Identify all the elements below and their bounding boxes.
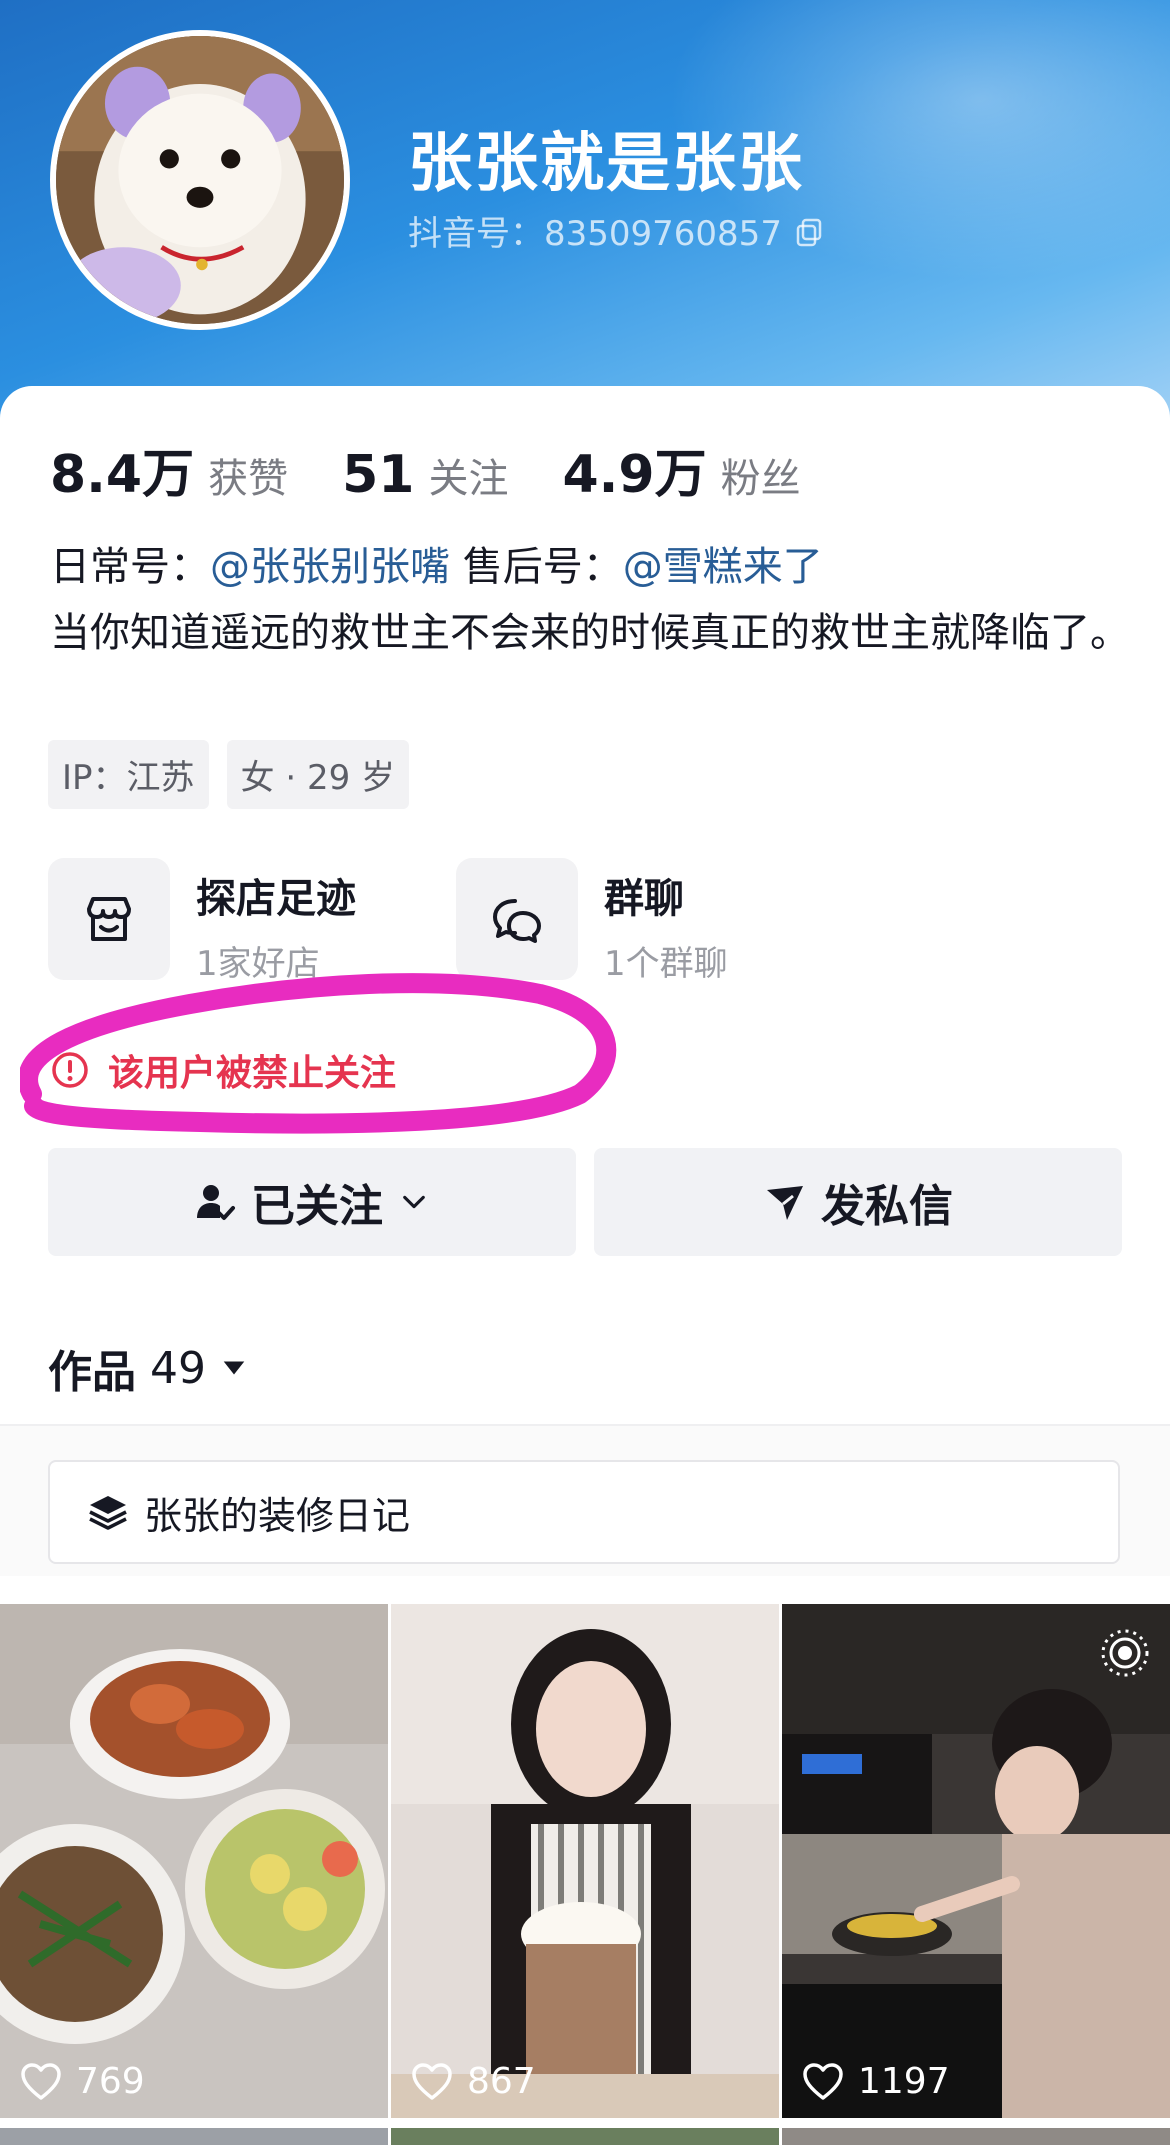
profile-header: 张张就是张张 抖音号：83509760857 [0,0,1170,420]
video-thumbnail-drink [391,1604,779,2118]
video-grid: 769 867 1197 [0,1604,1170,2145]
feature-shop-visits[interactable]: 探店足迹 1家好店 [48,858,356,985]
video-likes-count: 867 [467,2061,536,2102]
avatar[interactable] [50,30,350,330]
live-photo-icon [1101,1629,1149,1677]
video-likes: 1197 [802,2061,950,2102]
stat-value: 4.9万 [562,445,707,505]
shop-icon [48,858,170,980]
stat-following[interactable]: 51 关注 [342,445,508,505]
tag-ip: IP：江苏 [48,740,209,809]
collection-button[interactable]: 张张的装修日记 [48,1460,1120,1564]
works-count: 49 [150,1342,206,1394]
chevron-down-icon [403,1195,425,1209]
followed-button-label: 已关注 [251,1181,383,1232]
video-thumbnail-cooking [782,1604,1170,2118]
next-row-tile-edge [391,2128,779,2145]
warning-text: 该用户被禁止关注 [108,1053,397,1094]
send-icon [767,1186,803,1220]
video-likes-count: 769 [76,2061,145,2102]
stat-likes[interactable]: 8.4万 获赞 [50,432,288,507]
video-likes-count: 1197 [858,2061,950,2102]
feature-title: 群聊 [604,876,684,922]
video-tile[interactable]: 769 [0,1604,388,2118]
profile-name: 张张就是张张 [408,127,804,201]
profile-card: 8.4万 获赞 51 关注 4.9万 粉丝 日常号：@张张别张嘴 售后号：@雪糕… [0,386,1170,2145]
feature-subtitle: 1个群聊 [604,944,728,984]
tag-gender-age: 女 · 29 岁 [226,740,410,809]
video-tile[interactable]: 1197 [782,1604,1170,2118]
next-row-tile-edge [782,2128,1170,2145]
caret-down-icon [223,1361,245,1375]
works-label: 作品 [48,1347,136,1398]
heart-icon [412,2062,452,2100]
bio: 日常号：@张张别张嘴 售后号：@雪糕来了 当你知道遥远的救世主不会来的时候真正的… [50,534,1130,666]
layers-icon [89,1496,127,1530]
video-likes: 769 [20,2061,145,2102]
collection-title: 张张的装修日记 [144,1493,411,1538]
works-tab[interactable]: 作品 49 [48,1336,248,1400]
feature-group-chat[interactable]: 群聊 1个群聊 [456,858,728,985]
stat-label: 粉丝 [720,456,801,502]
douyin-id-text: 抖音号：83509760857 [408,214,782,254]
chat-bubbles-icon [456,858,578,980]
followed-button[interactable]: 已关注 [48,1148,576,1256]
bio-accounts-line: 日常号：@张张别张嘴 售后号：@雪糕来了 [50,534,1130,600]
send-message-label: 发私信 [821,1181,953,1232]
follow-banned-warning: 该用户被禁止关注 [50,1044,396,1096]
heart-icon [21,2062,61,2100]
stat-value: 8.4万 [50,445,195,505]
stat-followers[interactable]: 4.9万 粉丝 [563,432,801,507]
next-row-tile-edge [0,2128,388,2145]
features-row: 探店足迹 1家好店 群聊 1个群聊 [48,858,1128,988]
send-message-button[interactable]: 发私信 [594,1148,1122,1256]
feature-title: 探店足迹 [196,876,356,922]
copy-icon[interactable] [794,216,824,246]
stats-row: 8.4万 获赞 51 关注 4.9万 粉丝 [50,432,855,507]
video-tile[interactable]: 867 [391,1604,779,2118]
tags-row: IP：江苏 女 · 29 岁 [48,740,410,809]
video-thumbnail-food [0,1604,388,2118]
feature-subtitle: 1家好店 [196,944,320,984]
alert-circle-icon [52,1052,88,1088]
aftersale-prefix: 售后号： [462,544,623,590]
avatar-dog-image [56,36,344,324]
video-likes: 867 [411,2061,536,2102]
user-check-icon [197,1185,235,1220]
stat-label: 关注 [428,456,509,502]
daily-account-link[interactable]: @张张别张嘴 [210,544,450,590]
daily-prefix: 日常号： [50,544,210,590]
douyin-id[interactable]: 抖音号：83509760857 [408,206,824,255]
stat-label: 获赞 [208,456,289,502]
stat-value: 51 [342,445,415,505]
aftersale-account-link[interactable]: @雪糕来了 [623,544,823,590]
bio-text: 当你知道遥远的救世主不会来的时候真正的救世主就降临了。 [50,610,1130,656]
heart-icon [803,2062,843,2100]
